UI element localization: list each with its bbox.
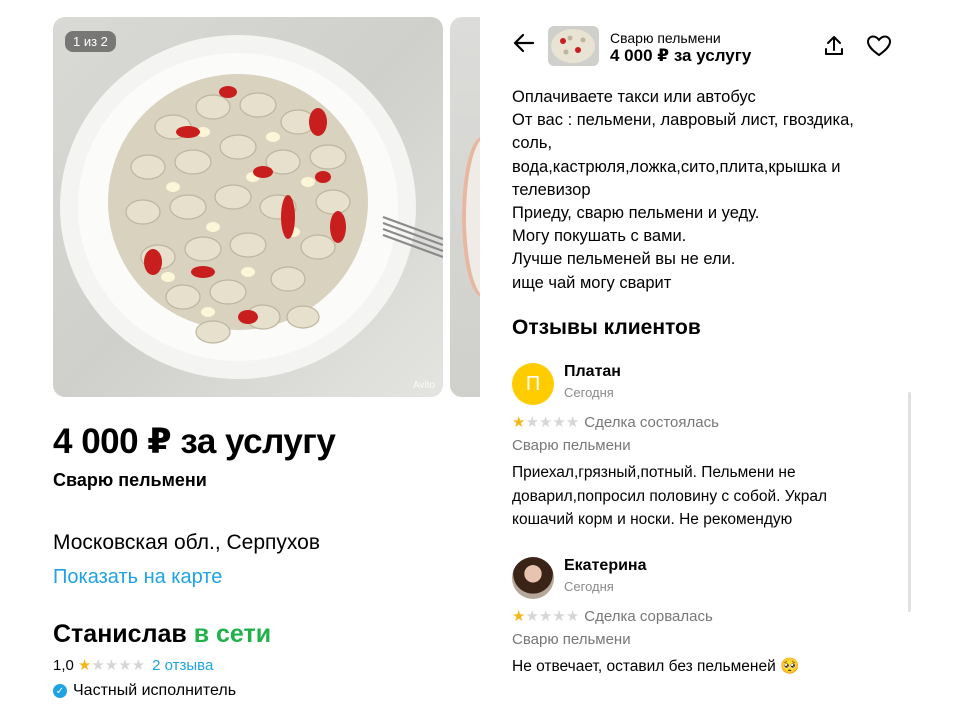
review-item: Сварю пельмени <box>512 437 631 454</box>
description-line: Приеду, сварю пельмени и уеду. <box>512 204 760 223</box>
photo-counter: 1 из 2 <box>65 31 116 52</box>
description-line: От вас : пельмени, лавровый лист, гвозди… <box>512 111 854 130</box>
star-icon: ★ <box>91 657 104 674</box>
avatar[interactable]: П <box>512 363 554 405</box>
star-icon: ★ <box>552 414 565 431</box>
seller-rating-stars: ★ ★ ★ ★ ★ <box>77 656 145 674</box>
review-stars: ★ ★ ★ ★ ★ <box>512 413 579 431</box>
detail-panel: Сварю пельмени 4 000 ₽ за услугу Оплачив… <box>480 0 960 720</box>
verified-check-icon: ✓ <box>53 684 67 698</box>
seller-type: ✓ Частный исполнитель <box>53 682 236 700</box>
heart-icon[interactable] <box>866 34 892 58</box>
review-text-line: кошачий корм и носки. Не рекомендую <box>512 511 793 528</box>
listing-location: Московская обл., Серпухов <box>53 531 320 554</box>
deal-status: Сделка сорвалась <box>584 607 713 625</box>
review-rating: ★ ★ ★ ★ ★ Сделка сорвалась <box>512 607 713 626</box>
header-price: 4 000 ₽ за услугу <box>610 46 752 65</box>
review-text: Приехал,грязный,потный. Пельмени не дова… <box>512 461 892 532</box>
header-title: Сварю пельмени <box>610 30 721 46</box>
review-date: Сегодня <box>564 579 614 594</box>
star-icon: ★ <box>512 414 525 431</box>
star-icon: ★ <box>565 414 579 431</box>
description-line: ище чай могу сварит <box>512 273 672 292</box>
star-icon: ★ <box>538 414 552 431</box>
listing-price: 4 000 ₽ за услугу <box>53 422 336 461</box>
description-line: соль, <box>512 134 553 153</box>
dumplings-plate-image <box>60 35 443 379</box>
star-icon: ★ <box>538 608 552 625</box>
seller-type-label: Частный исполнитель <box>73 682 237 699</box>
avito-watermark: Avito <box>412 380 435 391</box>
star-icon: ★ <box>77 657 91 674</box>
seller-name[interactable]: Станислав в сети <box>53 620 271 649</box>
star-icon: ★ <box>525 608 538 625</box>
show-on-map-link[interactable]: Показать на карте <box>53 566 222 589</box>
next-photo-preview[interactable] <box>450 17 480 397</box>
review-date: Сегодня <box>564 385 614 400</box>
review-stars: ★ ★ ★ ★ ★ <box>512 607 579 625</box>
listing-title: Сварю пельмени <box>53 470 207 490</box>
reviewer-name[interactable]: Платан <box>564 363 621 381</box>
star-icon: ★ <box>525 414 538 431</box>
seller-online-status: в сети <box>193 620 272 648</box>
star-icon: ★ <box>565 608 579 625</box>
seller-rating: 1,0 ★ ★ ★ ★ ★ 2 отзыва <box>53 656 213 675</box>
seller-name-text: Станислав <box>53 620 187 648</box>
seller-rating-value: 1,0 <box>53 656 74 674</box>
seller-reviews-link[interactable]: 2 отзыва <box>152 657 213 674</box>
share-icon[interactable] <box>822 34 846 58</box>
header-thumbnail <box>548 26 599 66</box>
star-icon: ★ <box>131 657 145 674</box>
star-icon: ★ <box>104 657 118 674</box>
description-line: телевизор <box>512 180 591 199</box>
reviews-heading: Отзывы клиентов <box>512 316 701 339</box>
review-text-line: Приехал,грязный,потный. Пельмени не <box>512 464 796 481</box>
star-icon: ★ <box>512 608 525 625</box>
review-rating: ★ ★ ★ ★ ★ Сделка состоялась <box>512 413 719 432</box>
description-line: Лучше пельменей вы не ели. <box>512 250 736 269</box>
back-arrow-icon[interactable] <box>513 32 535 58</box>
star-icon: ★ <box>118 657 131 674</box>
review-text: Не отвечает, оставил без пельменей 🥺 <box>512 655 892 679</box>
description-line: вода,кастрюля,ложка,сито,плита,крышка и <box>512 157 841 176</box>
listing-panel: 1 из 2 Avito 4 000 ₽ за услугу Сварю пел… <box>0 0 480 720</box>
listing-description: Оплачиваете такси или автобус От вас : п… <box>512 86 892 295</box>
description-line: Оплачиваете такси или автобус <box>512 88 756 106</box>
review-text-line: Не отвечает, оставил без пельменей 🥺 <box>512 658 800 675</box>
reviewer-name[interactable]: Екатерина <box>564 557 646 575</box>
scrollbar[interactable] <box>908 392 911 612</box>
avatar[interactable] <box>512 557 554 599</box>
description-line: Могу покушать с вами. <box>512 227 687 246</box>
star-icon: ★ <box>552 608 565 625</box>
review-text-line: доварил,попросил половину с собой. Украл <box>512 487 827 505</box>
listing-photo[interactable]: 1 из 2 Avito <box>53 17 443 397</box>
review-item: Сварю пельмени <box>512 631 631 648</box>
deal-status: Сделка состоялась <box>584 413 719 431</box>
